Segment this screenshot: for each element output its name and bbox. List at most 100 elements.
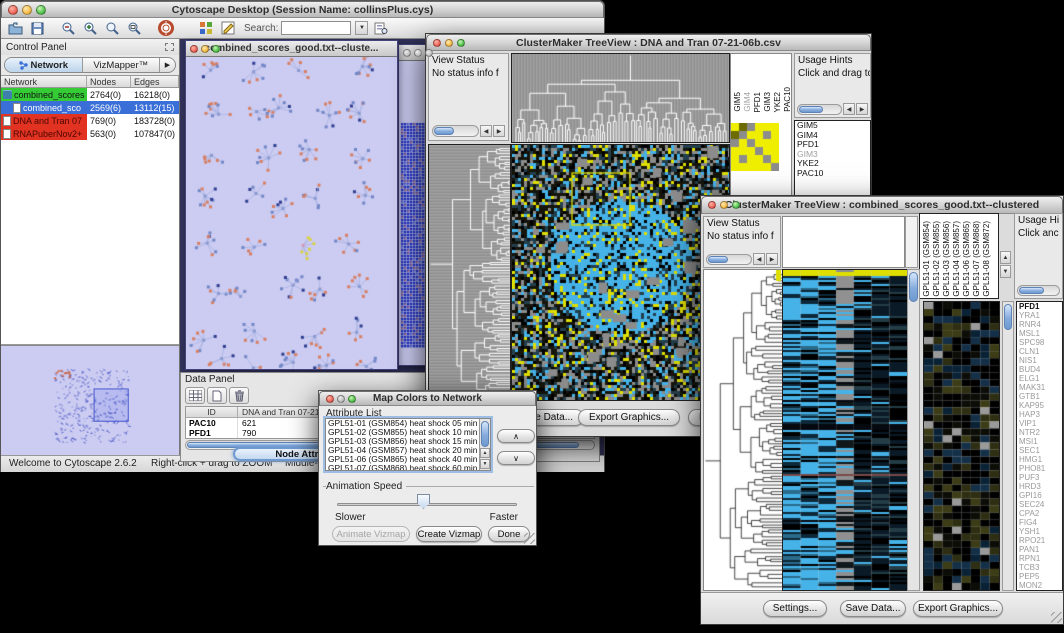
scroll-right-icon[interactable]: ▶ bbox=[856, 103, 868, 115]
network-row[interactable]: DNA and Tran 07 769(0) 183728(0) bbox=[1, 114, 179, 127]
network-row[interactable]: combined_sco 2569(6) 13112(15) bbox=[1, 101, 179, 114]
zoom-heatmap[interactable] bbox=[923, 301, 1000, 591]
scrollbar-thumb[interactable] bbox=[481, 421, 489, 447]
gene-label[interactable]: SEC1 bbox=[1017, 446, 1062, 455]
usage-hints-hscrollbar[interactable] bbox=[1017, 285, 1060, 296]
gene-label[interactable]: SEC24 bbox=[1017, 500, 1062, 509]
array-column-label[interactable]: YKE2 bbox=[773, 92, 782, 112]
zoom-fit-icon[interactable] bbox=[125, 20, 144, 37]
gene-label[interactable]: GPI16 bbox=[1017, 491, 1062, 500]
annotation-icon[interactable] bbox=[218, 20, 237, 37]
gene-label[interactable]: BUD4 bbox=[1017, 365, 1062, 374]
scrollbar-thumb[interactable] bbox=[1019, 287, 1044, 294]
gene-label[interactable]: MON2 bbox=[1017, 581, 1062, 590]
scroll-down-icon[interactable]: ▼ bbox=[480, 459, 490, 469]
close-icon[interactable] bbox=[8, 5, 18, 15]
gene-label[interactable]: HAP3 bbox=[1017, 410, 1062, 419]
close-icon[interactable] bbox=[403, 49, 411, 57]
save-session-icon[interactable] bbox=[28, 20, 47, 37]
gene-label[interactable]: PEP5 bbox=[1017, 572, 1062, 581]
help-icon[interactable] bbox=[156, 20, 175, 37]
view-status-hscrollbar[interactable] bbox=[432, 125, 479, 137]
gene-label[interactable]: PUF3 bbox=[1017, 473, 1062, 482]
minimize-icon[interactable] bbox=[414, 49, 422, 57]
column-dendrogram-empty[interactable] bbox=[782, 216, 905, 268]
vertical-scrollbar-upper[interactable] bbox=[905, 216, 918, 268]
gene-label[interactable]: VIP1 bbox=[1017, 419, 1062, 428]
column-dendrogram[interactable] bbox=[511, 53, 730, 143]
gene-label[interactable]: HMG1 bbox=[1017, 455, 1062, 464]
attribute-list-vscrollbar[interactable]: ▲ ▼ bbox=[479, 419, 490, 470]
minimize-icon[interactable] bbox=[337, 395, 345, 403]
column-header-id[interactable]: ID bbox=[186, 407, 238, 417]
new-attribute-icon[interactable] bbox=[207, 387, 227, 404]
tab-network[interactable]: Network bbox=[5, 58, 83, 72]
gene-label[interactable]: PAC10 bbox=[795, 169, 870, 179]
network-row[interactable]: RNAPuberNov2+ 563(0) 107847(0) bbox=[1, 127, 179, 140]
cytoscape-titlebar[interactable]: Cytoscape Desktop (Session Name: collins… bbox=[1, 1, 604, 18]
search-input[interactable] bbox=[281, 21, 351, 35]
array-column-label[interactable]: PAC10 bbox=[783, 87, 792, 112]
scroll-up-icon[interactable]: ▲ bbox=[480, 448, 490, 458]
scrollbar-thumb[interactable] bbox=[909, 272, 918, 302]
gene-label[interactable]: YRA1 bbox=[1017, 311, 1062, 320]
search-dropdown-icon[interactable]: ▼ bbox=[355, 21, 368, 35]
scroll-right-icon[interactable]: ▶ bbox=[766, 253, 778, 265]
search-config-icon[interactable] bbox=[371, 20, 390, 37]
gene-label[interactable]: HRD3 bbox=[1017, 482, 1062, 491]
usage-hints-hscrollbar[interactable] bbox=[797, 104, 842, 115]
network-view-window[interactable]: combined_scores_good.txt--cluste... bbox=[185, 40, 398, 370]
array-column-label[interactable]: GPL51-01 (GSM854) bbox=[922, 221, 931, 297]
close-icon[interactable] bbox=[326, 395, 334, 403]
treeview-combined-titlebar[interactable]: ClusterMaker TreeView : combined_scores_… bbox=[701, 196, 1063, 214]
array-column-label[interactable]: GIM4 bbox=[743, 92, 752, 112]
close-icon[interactable] bbox=[433, 39, 441, 47]
network-view-titlebar[interactable]: combined_scores_good.txt--cluste... bbox=[186, 41, 397, 57]
array-column-label[interactable]: GPL51-03 (GSM856) bbox=[942, 221, 951, 297]
gene-label[interactable]: NIS1 bbox=[1017, 356, 1062, 365]
tab-overflow-icon[interactable]: ▶ bbox=[160, 58, 175, 72]
tab-vizmapper[interactable]: VizMapper™ bbox=[83, 58, 161, 72]
slider-thumb[interactable] bbox=[417, 494, 430, 509]
delete-attribute-icon[interactable] bbox=[229, 387, 249, 404]
save-data-button[interactable]: Save Data... bbox=[840, 600, 906, 617]
zoom-in-icon[interactable] bbox=[81, 20, 100, 37]
scroll-left-icon[interactable]: ◀ bbox=[843, 103, 855, 115]
attribute-list[interactable]: GPL51-01 (GSM854) heat shock 05 minGPL51… bbox=[325, 418, 491, 471]
scroll-left-icon[interactable]: ◀ bbox=[480, 125, 492, 137]
gene-label[interactable]: PFD1 bbox=[1017, 302, 1062, 311]
open-session-icon[interactable] bbox=[6, 20, 25, 37]
dialog-titlebar[interactable]: Map Colors to Network bbox=[319, 391, 536, 406]
close-icon[interactable] bbox=[190, 45, 198, 53]
gene-label[interactable]: TCB3 bbox=[1017, 563, 1062, 572]
zoom-window-icon[interactable] bbox=[348, 395, 356, 403]
view-status-hscrollbar[interactable] bbox=[706, 254, 752, 265]
array-column-label[interactable]: GPL51-04 (GSM857) bbox=[952, 221, 961, 297]
array-column-label[interactable]: PFD1 bbox=[753, 92, 762, 112]
minimize-icon[interactable] bbox=[201, 45, 209, 53]
minimize-icon[interactable] bbox=[22, 5, 32, 15]
close-icon[interactable] bbox=[708, 201, 716, 209]
gene-label[interactable]: PHO81 bbox=[1017, 464, 1062, 473]
gene-label[interactable]: MAK31 bbox=[1017, 383, 1062, 392]
heatmap[interactable] bbox=[782, 269, 908, 591]
gene-label[interactable]: SPC98 bbox=[1017, 338, 1062, 347]
array-column-label[interactable]: GPL51-02 (GSM855) bbox=[932, 221, 941, 297]
array-column-label[interactable]: GPL51-08 (GSM872) bbox=[982, 221, 991, 297]
gene-label[interactable]: PAN1 bbox=[1017, 545, 1062, 554]
gene-label[interactable]: RNR4 bbox=[1017, 320, 1062, 329]
gene-label[interactable]: NTR2 bbox=[1017, 428, 1062, 437]
float-panel-icon[interactable] bbox=[165, 43, 174, 51]
zoom-window-icon[interactable] bbox=[425, 49, 433, 57]
zoom-window-icon[interactable] bbox=[732, 201, 740, 209]
zoom-window-icon[interactable] bbox=[36, 5, 46, 15]
network-row[interactable]: combined_scores 2764(0) 16218(0) bbox=[1, 88, 179, 101]
move-down-button[interactable]: ∨ bbox=[497, 451, 535, 465]
create-vizmap-button[interactable]: Create Vizmap bbox=[416, 526, 482, 542]
zoom-heatmap[interactable] bbox=[731, 123, 779, 171]
heatmap[interactable] bbox=[511, 144, 730, 401]
resize-grip[interactable] bbox=[524, 533, 535, 544]
zoom-out-icon[interactable] bbox=[59, 20, 78, 37]
scrollbar-thumb[interactable] bbox=[434, 127, 454, 135]
minimize-icon[interactable] bbox=[720, 201, 728, 209]
